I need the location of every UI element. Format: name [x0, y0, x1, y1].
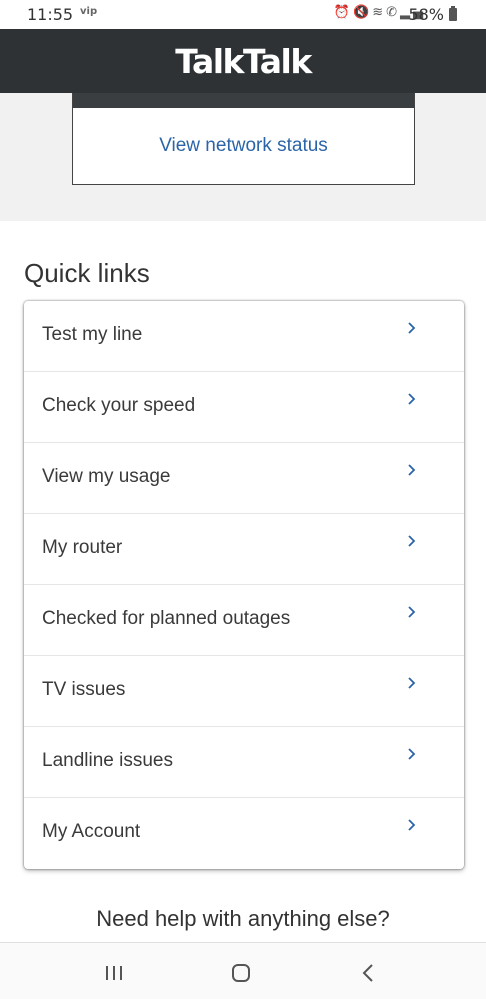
- quick-link-label: Checked for planned outages: [42, 608, 291, 629]
- chevron-right-icon: [407, 605, 417, 618]
- chevron-right-icon: [407, 747, 417, 760]
- quick-link-label: TV issues: [42, 679, 126, 700]
- home-icon: [232, 964, 250, 982]
- chevron-right-icon: [407, 818, 417, 831]
- quick-links-title: Quick links: [24, 258, 150, 288]
- network-card-header: [73, 93, 414, 108]
- battery-icon: [449, 6, 457, 21]
- help-heading: Need help with anything else?: [96, 906, 390, 931]
- wifi-icon: ≋: [372, 5, 387, 20]
- alarm-icon: ⏰: [333, 5, 353, 20]
- back-button[interactable]: [358, 963, 378, 983]
- quick-link-label: My router: [42, 537, 123, 558]
- chevron-right-icon: [407, 463, 417, 476]
- chevron-right-icon: [407, 534, 417, 547]
- quick-link-label: Test my line: [42, 324, 143, 345]
- chevron-right-icon: [407, 676, 417, 689]
- chevron-right-icon: [407, 392, 417, 405]
- quick-links-list: Test my line Check your speed View my usag…: [24, 301, 464, 869]
- quick-link-item[interactable]: TV issues: [24, 656, 464, 727]
- network-status-card: View network status: [72, 93, 415, 185]
- status-bar: 11:55 vip ⏰🔇≋✆▂▄ 58%: [0, 0, 486, 29]
- quick-link-item[interactable]: Checked for planned outages: [24, 585, 464, 656]
- quick-link-item[interactable]: View my usage: [24, 443, 464, 514]
- android-nav-bar: [0, 942, 486, 999]
- quick-link-item[interactable]: Check your speed: [24, 372, 464, 443]
- home-button[interactable]: [231, 963, 251, 983]
- view-network-status-link[interactable]: View network status: [73, 135, 414, 157]
- app-header: TalkTalk: [0, 29, 486, 93]
- quick-link-item[interactable]: Test my line: [24, 301, 464, 372]
- chevron-right-icon: [407, 321, 417, 334]
- quick-link-label: Landline issues: [42, 750, 173, 771]
- quick-link-label: Check your speed: [42, 395, 196, 416]
- carrier-tag: vip: [80, 6, 98, 17]
- wifi-calling-icon: ✆: [386, 5, 400, 20]
- recents-icon: [106, 966, 122, 980]
- mute-icon: 🔇: [353, 5, 373, 20]
- quick-link-label: View my usage: [42, 466, 171, 487]
- recents-button[interactable]: [104, 963, 124, 983]
- back-icon: [362, 964, 373, 982]
- network-section: View network status: [0, 93, 486, 221]
- quick-link-item[interactable]: My Account: [24, 798, 464, 869]
- quick-link-item[interactable]: Landline issues: [24, 727, 464, 798]
- quick-link-item[interactable]: My router: [24, 514, 464, 585]
- status-time: 11:55: [27, 5, 74, 24]
- battery-percent: 58%: [408, 5, 444, 24]
- talktalk-logo[interactable]: TalkTalk: [175, 42, 312, 81]
- quick-link-label: My Account: [42, 821, 141, 842]
